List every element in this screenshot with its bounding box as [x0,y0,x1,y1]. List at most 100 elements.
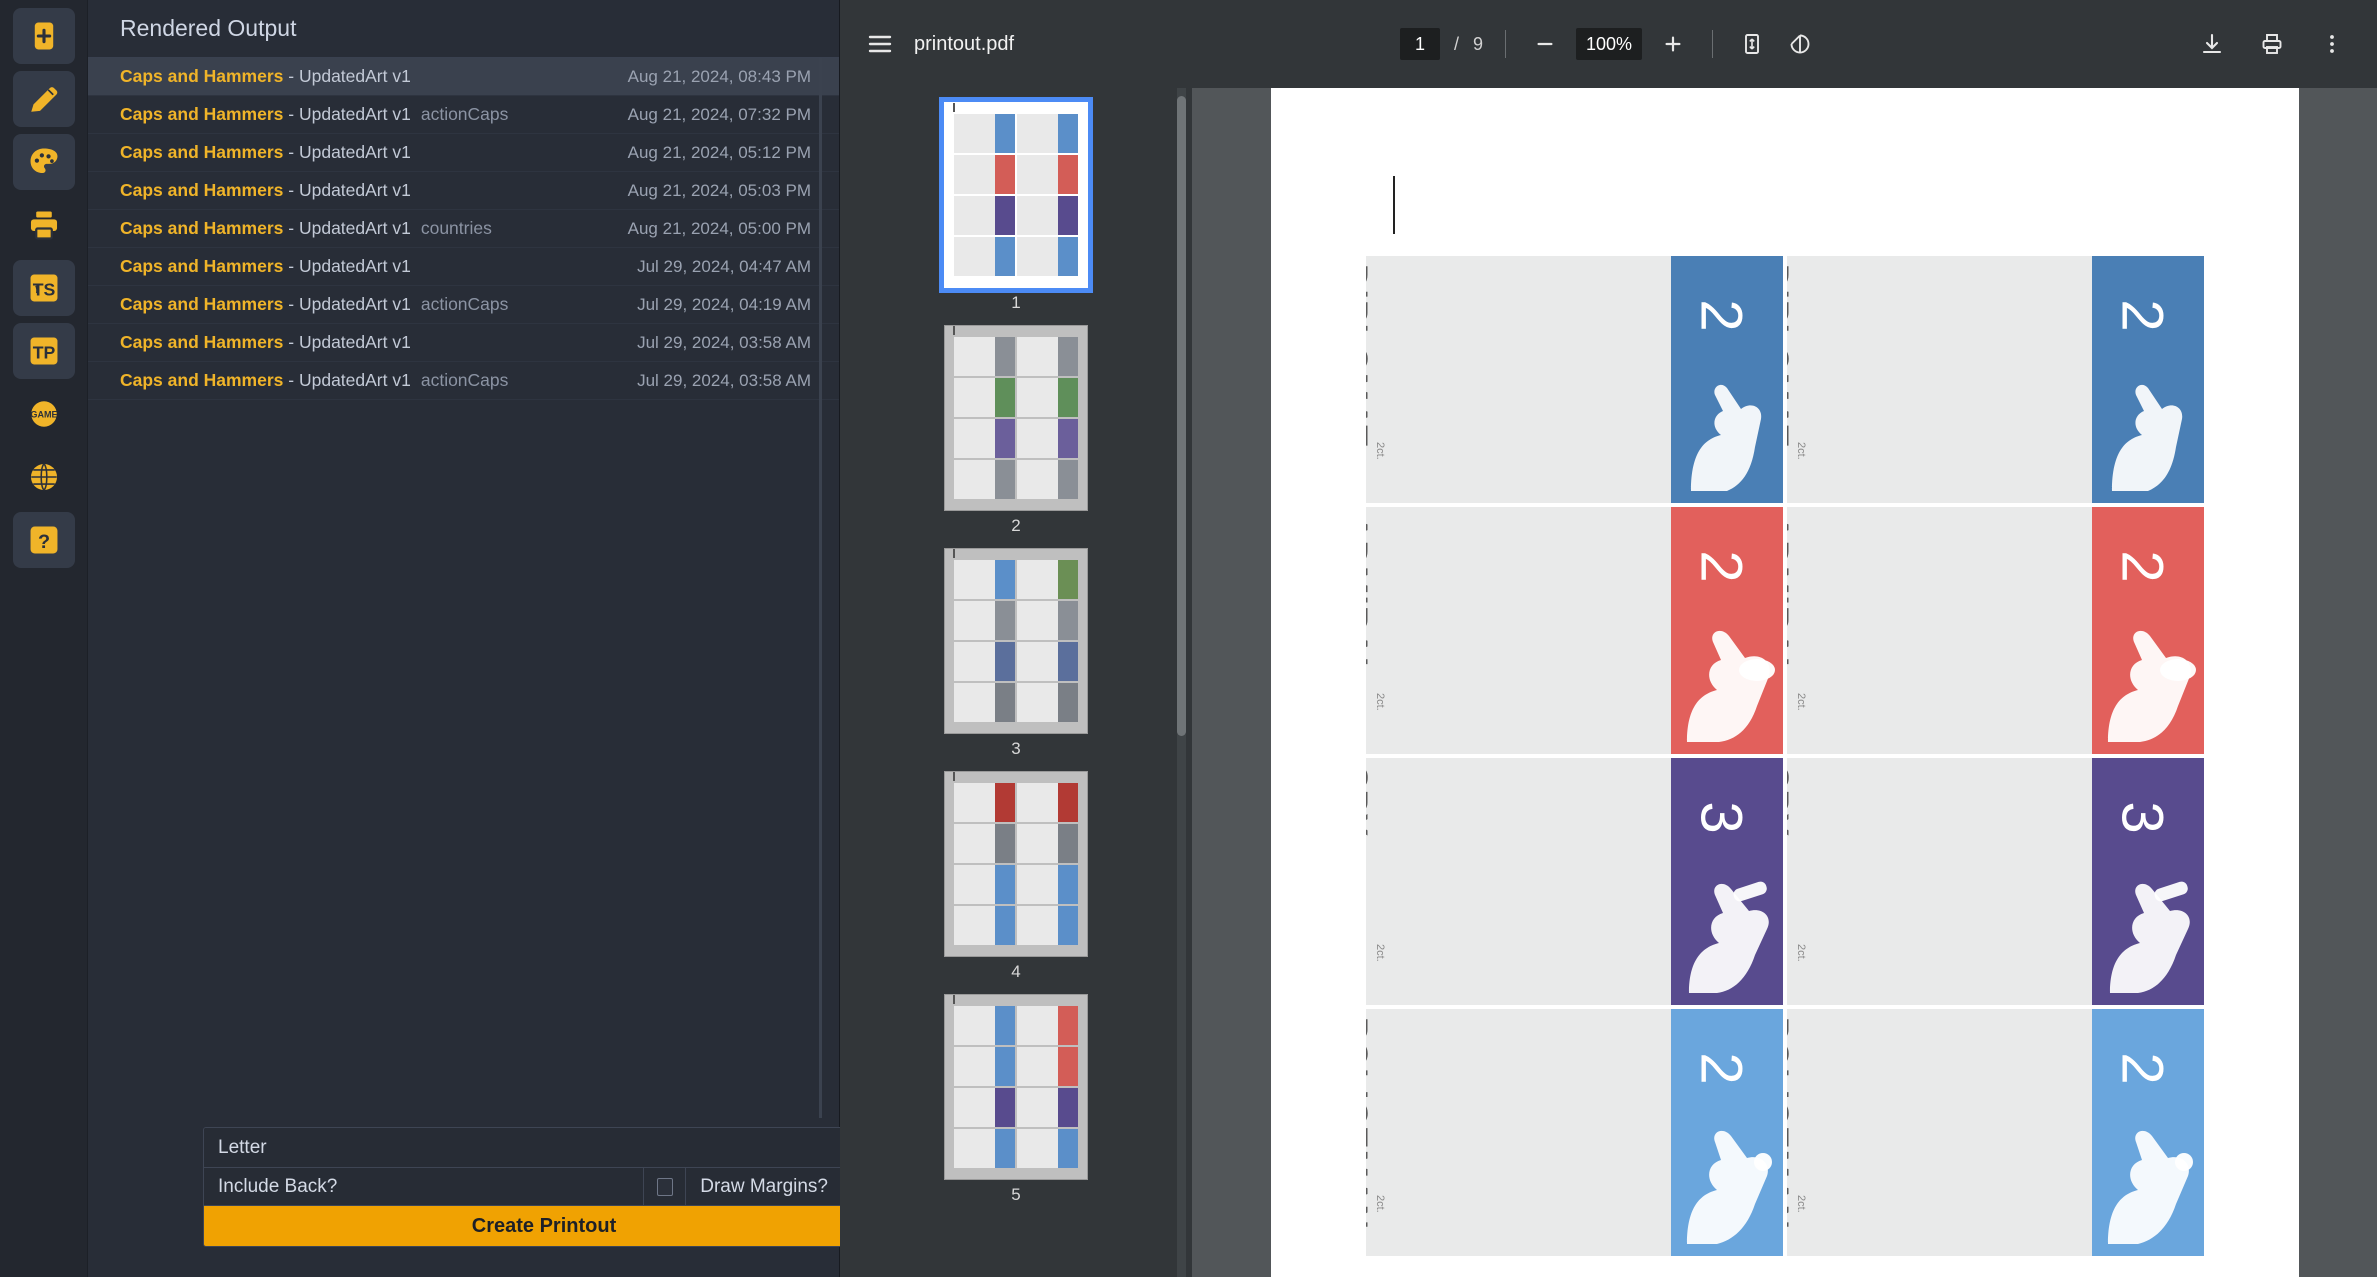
thumbnail-card [1017,155,1078,194]
fit-page-icon[interactable] [1735,27,1769,61]
list-item[interactable]: Caps and Hammers - UpdatedArt v1 actionCa… [88,286,839,324]
thumbnail-card [1017,378,1078,417]
thumbnail-page-4[interactable] [944,771,1088,957]
list-item[interactable]: Caps and Hammers - UpdatedArt v1 countrie… [88,210,839,248]
list-item-date: Aug 21, 2024, 08:43 PM [627,66,811,86]
list-item[interactable]: Caps and Hammers - UpdatedArt v1 actionCa… [88,96,839,134]
thumbnail-scrollbar[interactable] [1177,96,1186,736]
list-item-tag: actionCaps [420,370,509,390]
printout-card: ADMIRALAt the End of RoundRaise the Admi… [1786,507,2204,754]
card-art-panel: 2 [2091,1009,2204,1256]
rail-button-palette[interactable] [12,134,75,190]
list-item-date: Jul 29, 2024, 04:47 AM [637,256,811,276]
thumbnail-card-art [995,683,1015,722]
card-number: 2 [1688,299,1754,332]
thumbnail-card-art [995,237,1015,276]
thumbnail-card-art [1058,155,1078,194]
thumbnail-card [954,683,1015,722]
thumbnail-card-art [1058,683,1078,722]
svg-text:TP: TP [32,343,55,363]
thumbnail-item[interactable]: 2 [944,325,1088,536]
thumbnail-card [954,337,1015,376]
card-title: POLICEMAN [1786,1017,1795,1230]
list-item-date: Jul 29, 2024, 03:58 AM [637,332,811,352]
more-options-icon[interactable] [2315,27,2349,61]
list-item[interactable]: Caps and Hammers - UpdatedArt v1 Aug 21, … [88,134,839,172]
sidebar-toggle-icon[interactable] [868,34,892,54]
icon-rail: TS TP GAME? [0,0,88,1277]
list-item[interactable]: Caps and Hammers - UpdatedArt v1 Jul 29, … [88,248,839,286]
rail-button-globe[interactable] [13,449,75,505]
thumbnail-card [954,114,1015,153]
zoom-level[interactable]: 100% [1575,28,1643,60]
list-scrollbar[interactable] [819,58,822,1118]
card-title: SPY [1786,766,1795,838]
list-item-date: Jul 29, 2024, 03:58 AM [637,370,811,390]
card-art-panel: 2 [2091,507,2204,754]
rotate-icon[interactable] [1783,27,1817,61]
list-item-names: Caps and Hammers - UpdatedArt v1 [120,332,637,353]
card-number: 2 [1688,550,1754,583]
include-back-label: Include Back? [218,1175,338,1197]
rail-button-edit[interactable] [12,71,75,127]
zoom-in-button[interactable] [1656,27,1690,61]
thumbnail-page-5[interactable] [944,994,1088,1180]
list-item[interactable]: Caps and Hammers - UpdatedArt v1 Jul 29, … [88,324,839,362]
thumbnail-card-art [1058,460,1078,499]
list-item[interactable]: Caps and Hammers - UpdatedArt v1 Aug 21, … [88,172,839,210]
rail-button-ts[interactable]: TS [12,260,75,316]
thumbnail-item[interactable]: 4 [944,771,1088,982]
thumbnail-page-3[interactable] [944,548,1088,734]
list-item-game: Caps and Hammers [120,256,284,276]
list-item[interactable]: Caps and Hammers - UpdatedArt v1 Aug 21, … [88,58,839,96]
list-item-tag: actionCaps [420,294,509,314]
thumbnail-strip[interactable]: 1 2 3 4 5 [840,88,1192,1277]
card-number: 2 [2109,550,2175,583]
printout-card: POLICEMANAt the End of RoundRaise the Po… [1786,1009,2204,1256]
rail-button-tp[interactable]: TP [12,323,75,379]
thumbnail-caret [953,995,955,1004]
thumbnail-card-art [995,419,1015,458]
thumbnail-card [1017,642,1078,681]
card-sheet: DIPLOMATAt the End of RoundBreak ties in… [1365,256,2204,1256]
card-count: 2ct. [1794,944,1807,962]
paper-size-select[interactable]: Letter [204,1128,884,1168]
badge-icon: GAME [27,397,61,431]
palette-icon [27,145,61,179]
list-item-version: UpdatedArt v1 [298,104,411,124]
create-printout-button[interactable]: Create Printout [204,1206,884,1246]
pdf-page-area[interactable]: DIPLOMATAt the End of RoundBreak ties in… [1192,88,2377,1277]
thumbnail-item[interactable]: 5 [944,994,1088,1205]
toolbar-divider [1504,30,1506,58]
download-icon[interactable] [2195,27,2229,61]
card-title: DIPLOMAT [1786,264,1795,448]
list-item-version: UpdatedArt v1 [298,256,411,276]
rail-button-print[interactable] [13,197,75,253]
thumbnail-card-art [995,460,1015,499]
card-count: 2ct. [1373,693,1386,711]
list-item-date: Aug 21, 2024, 05:03 PM [627,180,811,200]
list-item[interactable]: Caps and Hammers - UpdatedArt v1 actionCa… [88,362,839,400]
viewer-body: 1 2 3 4 5 DIPLOMATAt the End of RoundBreak t… [840,88,2377,1277]
version-list[interactable]: Caps and Hammers - UpdatedArt v1 Aug 21, … [88,58,839,1277]
zoom-out-button[interactable] [1528,27,1562,61]
printout-card: SPYOperationFlip all face-down enemyAsse… [1786,758,2204,1005]
rail-button-badge[interactable]: GAME [13,386,75,442]
card-number: 2 [1688,1052,1754,1085]
rail-button-help[interactable]: ? [12,512,75,568]
pdf-toolbar: printout.pdf 1 / 9 100% [840,0,2377,88]
card-rotated-text: POLICEMANAt the End of RoundRaise the Po… [1786,1017,1795,1245]
page-number-input[interactable]: 1 [1399,28,1440,60]
thumbnail-card [1017,1006,1078,1045]
thumbnail-page-1[interactable] [939,97,1093,293]
card-figure-admiral [2092,594,2204,744]
thumbnail-card [954,642,1015,681]
thumbnail-page-2[interactable] [944,325,1088,511]
thumbnail-item[interactable]: 3 [944,548,1088,759]
thumbnail-card-art [1058,560,1078,599]
thumbnail-item[interactable]: 1 [939,97,1093,313]
print-icon[interactable] [2255,27,2289,61]
thumbnail-card-art [1058,378,1078,417]
include-back-checkbox[interactable] [643,1168,685,1205]
rail-button-new-card[interactable] [12,8,75,64]
